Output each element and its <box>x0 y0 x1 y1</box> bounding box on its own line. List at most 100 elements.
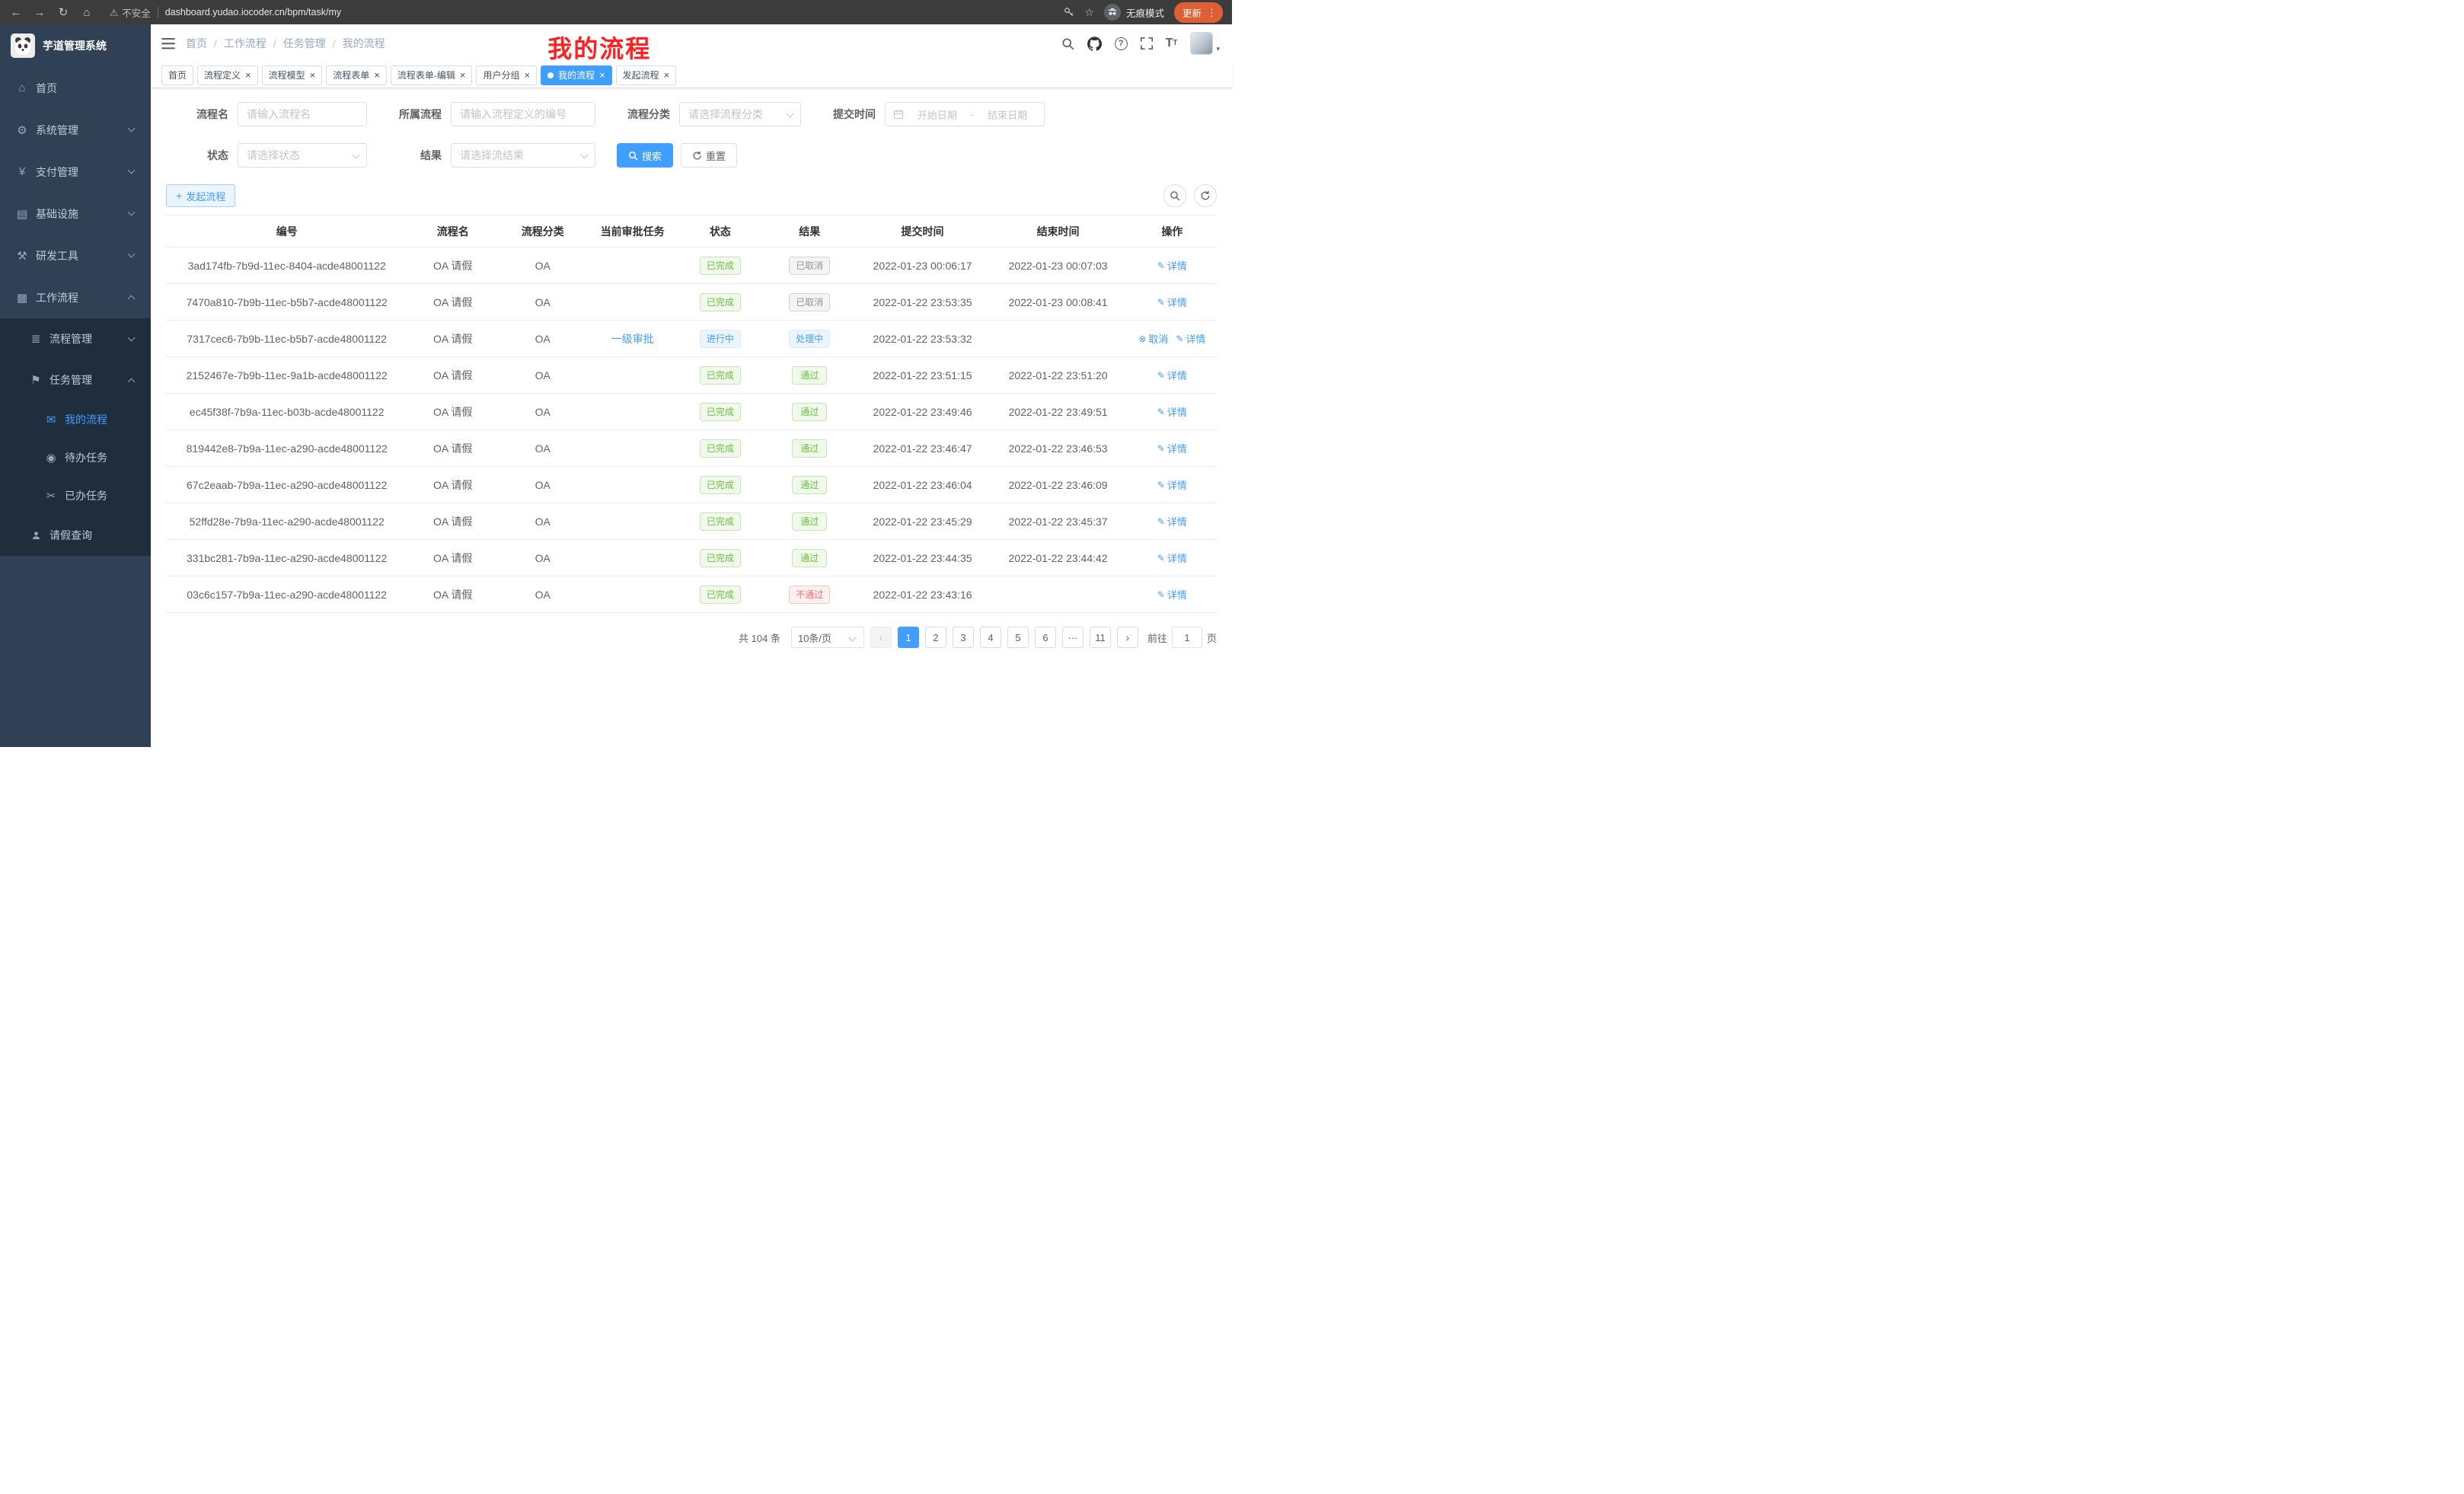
category-select-input[interactable] <box>679 102 801 126</box>
address-bar[interactable]: ⚠ 不安全 dashboard.yudao.iocoder.cn/bpm/tas… <box>110 5 1054 20</box>
close-icon[interactable]: × <box>460 70 466 80</box>
tab-0[interactable]: 首页 <box>161 65 193 85</box>
user-menu[interactable]: ▾ <box>1190 32 1220 55</box>
detail-action[interactable]: ✎详情 <box>1157 295 1187 309</box>
close-icon[interactable]: × <box>374 70 380 80</box>
tab-3[interactable]: 流程表单× <box>326 65 387 85</box>
tab-5[interactable]: 用户分组× <box>476 65 537 85</box>
page-button-5[interactable]: 5 <box>1007 627 1029 648</box>
back-icon[interactable]: ← <box>9 7 23 18</box>
sidebar-item-8[interactable]: ✉我的流程 <box>0 401 151 439</box>
status-select-input[interactable] <box>238 143 367 168</box>
update-button[interactable]: 更新 ⋮ <box>1174 2 1223 23</box>
browser-menu-icon[interactable]: ⋮ <box>1207 8 1217 18</box>
search-button[interactable]: 搜索 <box>617 143 673 168</box>
sidebar-item-7[interactable]: ⚑任务管理 <box>0 359 151 401</box>
sidebar-item-9[interactable]: ◉待办任务 <box>0 439 151 477</box>
status-select[interactable] <box>238 143 367 168</box>
page-button-6[interactable]: 6 <box>1035 627 1056 648</box>
font-size-icon[interactable]: TT <box>1166 37 1178 49</box>
detail-action[interactable]: ✎详情 <box>1157 551 1187 565</box>
page-button-3[interactable]: 3 <box>953 627 974 648</box>
close-icon[interactable]: × <box>245 70 251 80</box>
sidebar-item-11[interactable]: 请假查询 <box>0 515 151 556</box>
cancel-action[interactable]: ⊗取消 <box>1138 331 1168 346</box>
page-button-4[interactable]: 4 <box>980 627 1001 648</box>
github-icon[interactable] <box>1087 37 1102 51</box>
task-link[interactable]: 一级审批 <box>611 333 654 345</box>
logo-image <box>11 34 35 58</box>
chevron-down-icon <box>128 334 136 341</box>
hamburger-icon[interactable] <box>151 38 186 49</box>
breadcrumb-item[interactable]: 工作流程 <box>224 36 267 51</box>
process-name-input[interactable] <box>238 102 367 126</box>
page-button-1[interactable]: 1 <box>898 627 919 648</box>
cell-category: OA <box>498 503 587 540</box>
reload-icon[interactable]: ↻ <box>56 7 70 18</box>
sidebar-item-6[interactable]: ≣流程管理 <box>0 318 151 359</box>
edit-icon: ✎ <box>1157 553 1165 563</box>
search-icon[interactable] <box>1061 37 1074 50</box>
fullscreen-icon[interactable] <box>1141 37 1153 49</box>
close-icon[interactable]: × <box>524 70 530 80</box>
result-badge: 通过 <box>792 549 827 567</box>
detail-action[interactable]: ✎详情 <box>1157 368 1187 382</box>
tab-7[interactable]: 发起流程× <box>616 65 677 85</box>
breadcrumb-item[interactable]: 任务管理 <box>283 36 326 51</box>
sidebar-item-0[interactable]: ⌂首页 <box>0 67 151 109</box>
tab-2[interactable]: 流程模型× <box>262 65 323 85</box>
goto-page-input[interactable] <box>1172 627 1202 648</box>
sidebar-item-1[interactable]: ⚙系统管理 <box>0 109 151 151</box>
next-page-button[interactable]: › <box>1117 627 1138 648</box>
detail-action[interactable]: ✎详情 <box>1157 514 1187 528</box>
edit-icon: ✎ <box>1157 370 1165 381</box>
bookmark-star-icon[interactable]: ☆ <box>1084 6 1094 19</box>
key-icon[interactable] <box>1064 7 1074 18</box>
refresh-table-button[interactable] <box>1194 184 1217 207</box>
avatar[interactable] <box>1190 32 1213 55</box>
forward-icon[interactable]: → <box>33 7 46 18</box>
close-icon[interactable]: × <box>664 70 670 80</box>
cell-id: 819442e8-7b9a-11ec-a290-acde48001122 <box>166 430 407 467</box>
detail-action[interactable]: ✎详情 <box>1157 258 1187 273</box>
home-icon[interactable]: ⌂ <box>80 7 94 18</box>
page-ellipsis-icon[interactable]: ··· <box>1062 627 1084 648</box>
prev-page-button[interactable]: ‹ <box>870 627 892 648</box>
tab-6[interactable]: 我的流程× <box>541 65 612 85</box>
tab-label: 流程定义 <box>204 69 241 81</box>
close-icon[interactable]: × <box>310 70 316 80</box>
breadcrumb-separator: / <box>333 37 336 49</box>
tab-1[interactable]: 流程定义 × <box>197 65 258 85</box>
reset-button[interactable]: 重置 <box>681 143 737 168</box>
page-button-11[interactable]: 11 <box>1090 627 1111 648</box>
app-logo[interactable]: 芋道管理系统 <box>0 24 151 67</box>
help-icon[interactable]: ? <box>1115 37 1128 50</box>
detail-action[interactable]: ✎详情 <box>1157 404 1187 419</box>
detail-action[interactable]: ✎详情 <box>1157 441 1187 455</box>
security-chip[interactable]: ⚠ 不安全 <box>110 5 151 20</box>
category-select[interactable] <box>679 102 801 126</box>
toggle-search-button[interactable] <box>1163 184 1186 207</box>
cell-id: 03c6c157-7b9a-11ec-a290-acde48001122 <box>166 576 407 613</box>
breadcrumb-item[interactable]: 首页 <box>186 36 207 51</box>
sidebar-item-5[interactable]: ▦工作流程 <box>0 276 151 318</box>
process-key-input[interactable] <box>451 102 595 126</box>
page-size-select[interactable]: 10条/页 <box>791 627 864 648</box>
detail-action[interactable]: ✎详情 <box>1157 477 1187 492</box>
sidebar-item-2[interactable]: ¥支付管理 <box>0 151 151 193</box>
cell-id: 7317cec6-7b9b-11ec-b5b7-acde48001122 <box>166 321 407 357</box>
tab-4[interactable]: 流程表单-编辑× <box>391 65 473 85</box>
page-button-2[interactable]: 2 <box>925 627 946 648</box>
sidebar-item-4[interactable]: ⚒研发工具 <box>0 235 151 276</box>
sidebar-item-10[interactable]: ✂已办任务 <box>0 477 151 515</box>
detail-action[interactable]: ✎详情 <box>1157 587 1187 602</box>
create-process-button[interactable]: + 发起流程 <box>166 184 235 207</box>
detail-action[interactable]: ✎详情 <box>1176 331 1205 346</box>
date-range-picker[interactable]: 开始日期 - 结束日期 <box>885 102 1045 126</box>
cell-status: 已完成 <box>678 430 763 467</box>
close-icon[interactable]: × <box>599 70 605 80</box>
sidebar-item-3[interactable]: ▤基础设施 <box>0 193 151 235</box>
result-select[interactable] <box>451 143 595 168</box>
cell-current-task <box>587 284 678 321</box>
result-select-input[interactable] <box>451 143 595 168</box>
